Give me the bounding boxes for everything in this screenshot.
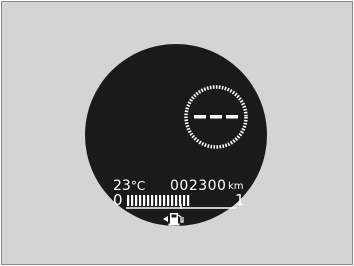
odometer-value: 002300 — [170, 178, 227, 194]
fuel-segment — [175, 195, 178, 206]
fuel-segment — [183, 195, 186, 206]
fuel-level-segments — [127, 195, 190, 206]
speed-dash — [194, 115, 206, 119]
fuel-segment — [139, 195, 142, 206]
fuel-segment — [135, 195, 138, 206]
fuel-segment — [147, 195, 150, 206]
fuel-full-label: 1 — [235, 191, 245, 209]
fuel-pump-icon — [163, 213, 184, 226]
fuel-door-arrow-icon — [163, 216, 168, 222]
fuel-empty-label: 0 — [113, 191, 123, 209]
fuel-segment — [163, 195, 166, 206]
fuel-segment — [159, 195, 162, 206]
fuel-gauge — [126, 195, 236, 209]
speed-dash — [210, 115, 222, 119]
display-graphics — [126, 85, 248, 226]
fuel-segment — [171, 195, 174, 206]
speed-readout-dashes — [194, 115, 238, 119]
fuel-segment — [155, 195, 158, 206]
fuel-segment — [187, 195, 190, 206]
fuel-segment — [127, 195, 130, 206]
fuel-segment — [131, 195, 134, 206]
temperature-unit: °C — [130, 179, 146, 193]
speed-dash — [226, 115, 238, 119]
speed-indicator — [184, 85, 248, 149]
fuel-segment — [143, 195, 146, 206]
fuel-segment — [179, 195, 182, 206]
fuel-segment — [167, 195, 170, 206]
fuel-segment — [151, 195, 154, 206]
